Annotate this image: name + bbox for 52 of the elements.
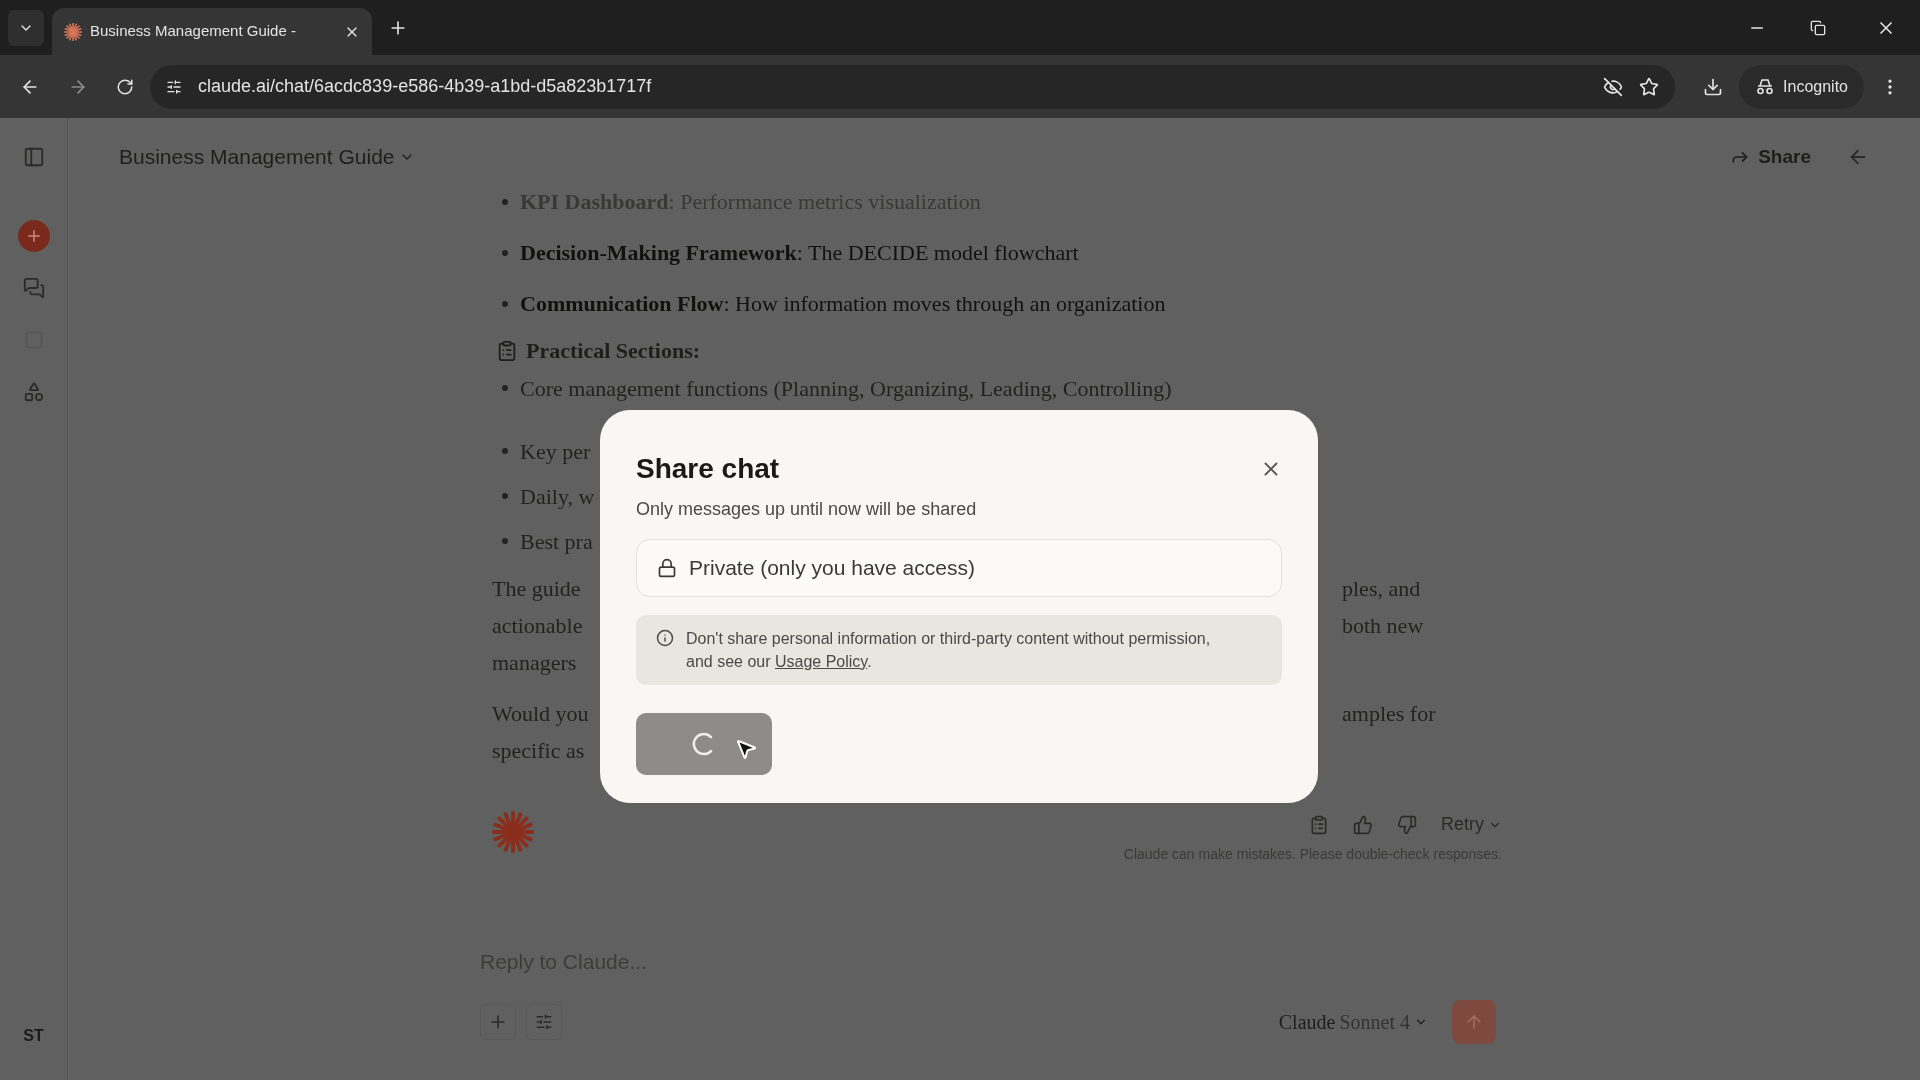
tools-button[interactable]	[526, 1004, 562, 1040]
info-icon	[656, 629, 674, 647]
notice-text: Don't share personal information or third-party content without permission, and see our Usage Policy.	[686, 629, 1212, 672]
bookmark-star-icon[interactable]	[1639, 76, 1660, 97]
url-text: claude.ai/chat/6acdc839-e586-4b39-a1bd-d5a823b1717f	[198, 75, 653, 98]
paragraph-text: actionable	[492, 612, 583, 640]
thumbs-down-icon[interactable]	[1397, 814, 1417, 835]
chats-icon[interactable]	[22, 277, 45, 299]
incognito-badge[interactable]: Incognito	[1739, 64, 1864, 109]
mouse-cursor-icon	[734, 737, 758, 761]
address-bar[interactable]: claude.ai/chat/6acdc839-e586-4b39-a1bd-d5a823b1717f	[150, 64, 1676, 109]
reload-icon[interactable]	[116, 77, 134, 96]
claude-logo-icon	[492, 811, 534, 853]
paragraph-text: Would you	[492, 700, 589, 728]
lock-icon	[657, 558, 677, 578]
sidebar-toggle-icon[interactable]	[22, 146, 45, 168]
profile-label: Incognito	[1783, 76, 1848, 97]
sliders-icon	[535, 1013, 553, 1031]
bullet-text: Best pra	[520, 527, 593, 556]
paragraph-text: specific as	[492, 737, 585, 765]
paragraph-text: both new	[1342, 612, 1425, 640]
create-link-button[interactable]	[636, 713, 772, 775]
bullet-text: Core management functions (Planning, Organizing, Leading, Controlling)	[520, 374, 1172, 403]
bullet-text: Key per	[520, 437, 591, 466]
dialog-title: Share chat	[636, 452, 780, 486]
section-heading: Practical Sections:	[526, 337, 701, 365]
eye-off-icon[interactable]	[1603, 76, 1624, 97]
incognito-icon	[1755, 78, 1776, 95]
paragraph-text: The guide	[492, 575, 581, 603]
tab-favicon-icon	[64, 22, 82, 41]
bullet-text: Decision-Making Framework: The DECIDE model flowchart	[520, 239, 1079, 267]
paragraph-text: managers	[492, 649, 577, 677]
tab-list-button[interactable]	[8, 9, 44, 46]
clipboard-icon	[496, 339, 518, 362]
artifacts-icon[interactable]	[22, 381, 45, 403]
add-button[interactable]	[480, 1004, 516, 1040]
visibility-select[interactable]: Private (only you have access)	[636, 539, 1282, 597]
paragraph-text: ples, and	[1342, 575, 1422, 603]
model-brand: Claude	[1278, 1010, 1336, 1035]
usage-policy-link[interactable]: Usage Policy	[774, 653, 868, 670]
restore-icon[interactable]	[1810, 19, 1826, 36]
paragraph-text: amples for	[1342, 700, 1437, 728]
tab-title: Business Management Guide -	[90, 21, 297, 42]
download-icon[interactable]	[1703, 76, 1724, 97]
bullet-text: Communication Flow: How information moves through an organization	[520, 290, 1166, 318]
site-settings-icon[interactable]	[166, 78, 182, 95]
browser-tab[interactable]: Business Management Guide -	[52, 8, 372, 55]
copy-icon[interactable]	[1309, 814, 1329, 835]
thumbs-up-icon[interactable]	[1353, 814, 1373, 835]
new-chat-button[interactable]	[17, 220, 50, 252]
bullet-text: Daily, w	[520, 482, 595, 511]
dialog-subtitle: Only messages up until now will be shared	[636, 498, 978, 521]
